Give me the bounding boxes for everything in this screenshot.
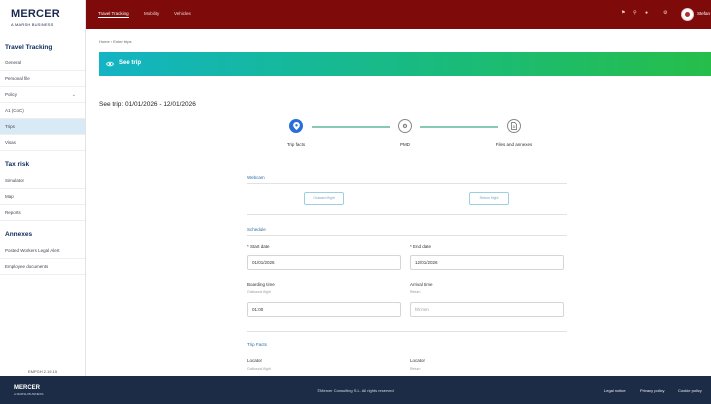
end-date-value: 12/01/2026 <box>415 260 438 265</box>
user-name[interactable]: Stefan <box>697 11 710 16</box>
divider <box>247 183 567 184</box>
step-connector <box>312 126 390 128</box>
flag-icon[interactable]: ⚑ <box>621 10 625 16</box>
logo-wordmark: MERCER <box>11 8 60 20</box>
divider <box>247 235 567 236</box>
arrival-time-label: Arrival time <box>410 282 433 287</box>
sidebar-item-label: Simulator <box>5 178 25 183</box>
sidebar-item-label: Trips <box>5 124 15 129</box>
sidebar-item-policy[interactable]: Policy ⌄ <box>0 87 85 103</box>
step-pmd[interactable]: ⚙ <box>398 119 412 133</box>
avatar[interactable] <box>681 8 694 21</box>
boarding-time-sublabel: Outbound flight <box>247 290 271 294</box>
section-title-annexes: Annexes <box>5 231 33 238</box>
sidebar-item-label: General <box>5 60 22 65</box>
sidebar-item-a1-coc[interactable]: A1 (CoC) <box>0 103 85 119</box>
section-heading-schedule: Schedule <box>247 227 266 232</box>
step-trip-facts[interactable] <box>289 119 303 133</box>
privacy-policy-link[interactable]: Privacy policy <box>640 388 664 393</box>
logo-tagline: A MARSH BUSINESS <box>11 22 54 27</box>
tab-mobility[interactable]: Mobility <box>144 11 159 16</box>
locator-outbound-label: Locator <box>247 358 263 363</box>
start-date-label: * Start date <box>247 244 270 249</box>
tab-travel-tracking[interactable]: Travel Tracking <box>98 11 129 18</box>
boarding-time-field[interactable]: 01:00 <box>247 302 401 317</box>
divider <box>247 214 567 215</box>
step-label-pmd: PMD <box>400 142 410 147</box>
mercer-logo[interactable]: MERCER A MARSH BUSINESS <box>11 8 60 28</box>
cookie-policy-link[interactable]: Cookie policy <box>678 388 702 393</box>
locator-outbound-sublabel: Outbound flight <box>247 367 271 371</box>
step-label-trip-facts: Trip facts <box>286 142 306 147</box>
sidebar-item-label: Map <box>5 194 14 199</box>
page-title: See trip: 01/01/2026 - 12/01/2026 <box>99 101 196 108</box>
sidebar-item-label: Employee documents <box>5 264 49 269</box>
sidebar-item-employee-documents[interactable]: Employee documents <box>0 259 85 275</box>
gear-icon: ⚙ <box>402 123 408 130</box>
app-version: EMPGH 2.19.15 <box>27 369 58 374</box>
legal-notice-link[interactable]: Legal notice <box>604 388 626 393</box>
search-icon[interactable]: ⚲ <box>633 10 637 16</box>
section-title-travel-tracking: Travel Tracking <box>5 44 53 51</box>
top-navigation-bar: Travel Tracking Mobility Vehicles ⚑ ⚲ ● … <box>86 0 711 29</box>
sidebar-item-label: Reports <box>5 210 21 215</box>
boarding-time-value: 01:00 <box>252 307 264 312</box>
step-label-files-annexes: Files and annexes <box>495 142 533 147</box>
sidebar-item-reports[interactable]: Reports <box>0 205 85 221</box>
banner-title: See trip <box>119 60 142 66</box>
tab-vehicles[interactable]: Vehicles <box>174 11 191 16</box>
boarding-time-label: Boarding time <box>247 282 275 287</box>
footer: MERCER A MARSH BUSINESS ©Mercer Consulti… <box>0 376 711 404</box>
sidebar-item-general[interactable]: General <box>0 55 85 71</box>
sidebar-item-map[interactable]: Map <box>0 189 85 205</box>
section-heading-webcam: Webcam <box>247 175 265 180</box>
sidebar: MERCER A MARSH BUSINESS Travel Tracking … <box>0 0 86 376</box>
divider <box>247 331 567 332</box>
sidebar-item-personal-file[interactable]: Personal file <box>0 71 85 87</box>
arrival-time-placeholder: hh:mm <box>415 307 429 312</box>
arrival-time-field[interactable]: hh:mm <box>410 302 564 317</box>
breadcrumb-current: Enter trips <box>113 39 132 44</box>
return-flight-button[interactable]: Return flight <box>469 192 509 205</box>
end-date-field[interactable]: 12/01/2026 <box>410 255 564 270</box>
sidebar-item-simulator[interactable]: Simulator <box>0 173 85 189</box>
section-heading-trip-facts: Trip Facts <box>247 342 267 347</box>
eye-icon <box>106 61 114 67</box>
sidebar-item-trips[interactable]: Trips <box>0 119 85 135</box>
arrival-time-sublabel: Return <box>410 290 421 294</box>
sidebar-item-label: Visas <box>5 140 16 145</box>
document-icon <box>511 122 517 130</box>
bell-icon[interactable]: ● <box>645 10 648 16</box>
gear-icon[interactable]: ⚙ <box>663 10 667 16</box>
breadcrumb: Home › Enter trips <box>99 39 131 44</box>
sidebar-item-label: Personal file <box>5 76 30 81</box>
outbound-flight-button[interactable]: Outward flight <box>304 192 344 205</box>
chevron-down-icon[interactable]: ⌄ <box>72 87 76 103</box>
page-banner: See trip <box>99 52 711 76</box>
step-files-annexes[interactable] <box>507 119 521 133</box>
end-date-label: * End date <box>410 244 432 249</box>
sidebar-item-label: Posted Workers Legal Alert <box>5 248 60 253</box>
breadcrumb-home[interactable]: Home <box>99 39 110 44</box>
locator-return-sublabel: Return <box>410 367 421 371</box>
sidebar-item-visas[interactable]: Visas <box>0 135 85 151</box>
start-date-value: 01/01/2026 <box>252 260 275 265</box>
locator-return-label: Locator <box>410 358 426 363</box>
section-title-tax-risk: Tax risk <box>5 161 30 168</box>
sidebar-item-posted-workers[interactable]: Posted Workers Legal Alert <box>0 243 85 259</box>
step-connector <box>420 126 498 128</box>
sidebar-item-label: Policy <box>5 92 18 97</box>
location-pin-icon <box>292 122 300 130</box>
start-date-field[interactable]: 01/01/2026 <box>247 255 401 270</box>
sidebar-item-label: A1 (CoC) <box>5 108 24 113</box>
